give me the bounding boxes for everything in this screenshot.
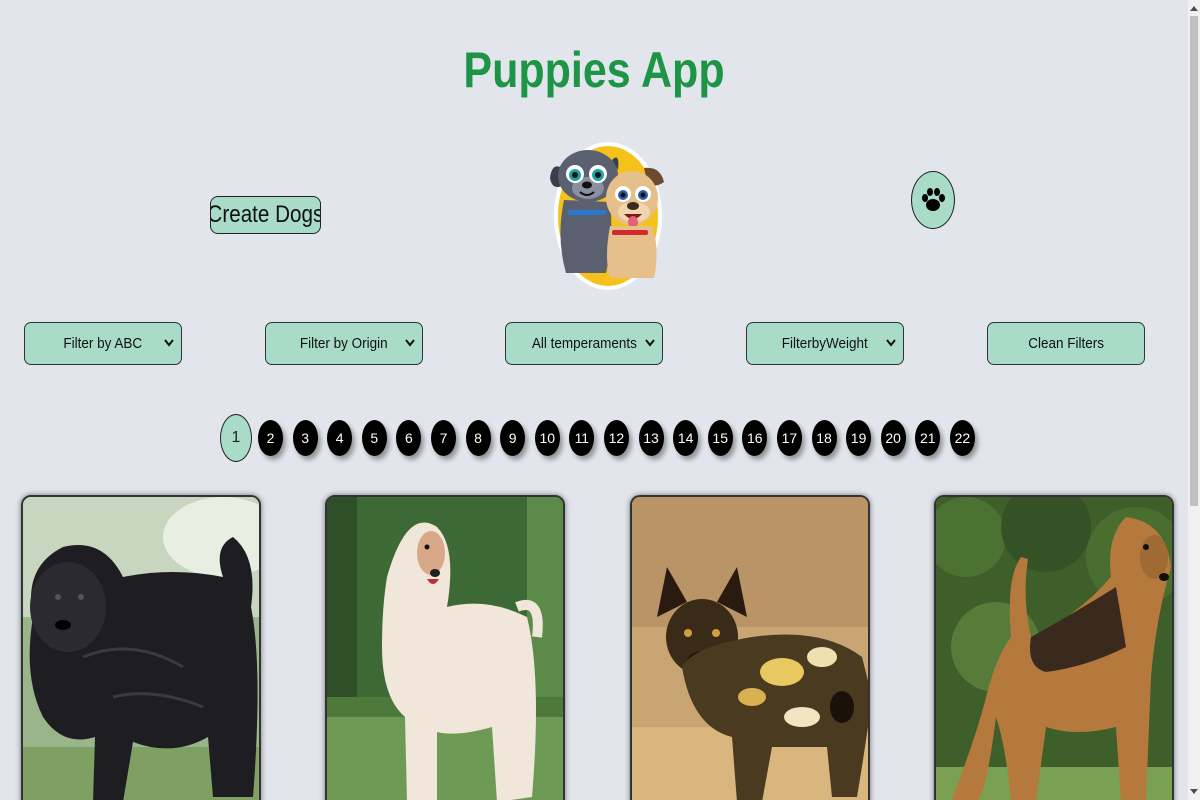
page-button-14[interactable]: 14 [673,420,699,456]
afghan-hound-photo [327,497,563,800]
dog-card[interactable] [934,495,1174,800]
page-button-22[interactable]: 22 [949,420,975,456]
filter-weight-select[interactable]: FilterbyWeight [746,322,904,365]
page: Puppies App Create Dogs Filter by ABC Fi… [0,0,1188,800]
page-button-8[interactable]: 8 [465,420,491,456]
page-button-21[interactable]: 21 [915,420,941,456]
black-shaggy-dog-photo [23,497,259,800]
airedale-terrier-photo [936,497,1172,800]
page-button-13[interactable]: 13 [638,420,664,456]
paw-icon [922,188,945,211]
filter-weight-label: FilterbyWeight [781,335,869,352]
scroll-down-icon[interactable] [1188,785,1200,799]
page-button-2[interactable]: 2 [258,420,283,456]
filter-abc-label: Filter by ABC [63,335,143,352]
filter-origin-label: Filter by Origin [300,335,388,352]
pagination: 1 2 3 4 5 6 7 8 9 10 11 12 13 14 15 16 17 18 19 20 21 22 [220,413,984,463]
create-dogs-label: Create Dogs [210,201,321,228]
page-button-20[interactable]: 20 [880,420,906,456]
page-button-17[interactable]: 17 [776,420,802,456]
filter-temperament-label: All temperaments [531,335,637,352]
page-button-19[interactable]: 19 [846,420,872,456]
app-logo [548,138,666,290]
scroll-up-icon[interactable] [1188,1,1200,15]
page-button-15[interactable]: 15 [707,420,733,456]
filter-origin-select[interactable]: Filter by Origin [265,322,423,365]
scroll-thumb[interactable] [1190,16,1198,506]
filter-abc-select[interactable]: Filter by ABC [24,322,182,365]
dog-card[interactable] [325,495,565,800]
page-button-6[interactable]: 6 [396,420,422,456]
dog-card[interactable] [630,495,870,800]
dog-card[interactable] [21,495,261,800]
page-button-12[interactable]: 12 [603,420,629,456]
african-wild-dog-photo [632,497,868,800]
paw-button[interactable] [911,171,955,229]
page-button-4[interactable]: 4 [327,420,353,456]
page-button-16[interactable]: 16 [742,420,768,456]
chevron-down-icon [164,339,174,347]
page-button-18[interactable]: 18 [811,420,837,456]
filter-temperament-select[interactable]: All temperaments [505,322,663,365]
chevron-down-icon [886,339,896,347]
page-button-7[interactable]: 7 [430,420,456,456]
clean-filters-button[interactable]: Clean Filters [987,322,1145,365]
create-dogs-button[interactable]: Create Dogs [210,196,321,234]
clean-filters-label: Clean Filters [1028,335,1104,352]
page-button-10[interactable]: 10 [534,420,560,456]
page-button-11[interactable]: 11 [569,420,595,456]
page-button-1[interactable]: 1 [220,414,252,462]
chevron-down-icon [405,339,415,347]
chevron-down-icon [645,339,655,347]
page-button-9[interactable]: 9 [500,420,526,456]
app-title: Puppies App [463,42,725,98]
page-button-3[interactable]: 3 [292,420,318,456]
page-scrollbar[interactable] [1188,0,1200,800]
page-button-5[interactable]: 5 [361,420,387,456]
